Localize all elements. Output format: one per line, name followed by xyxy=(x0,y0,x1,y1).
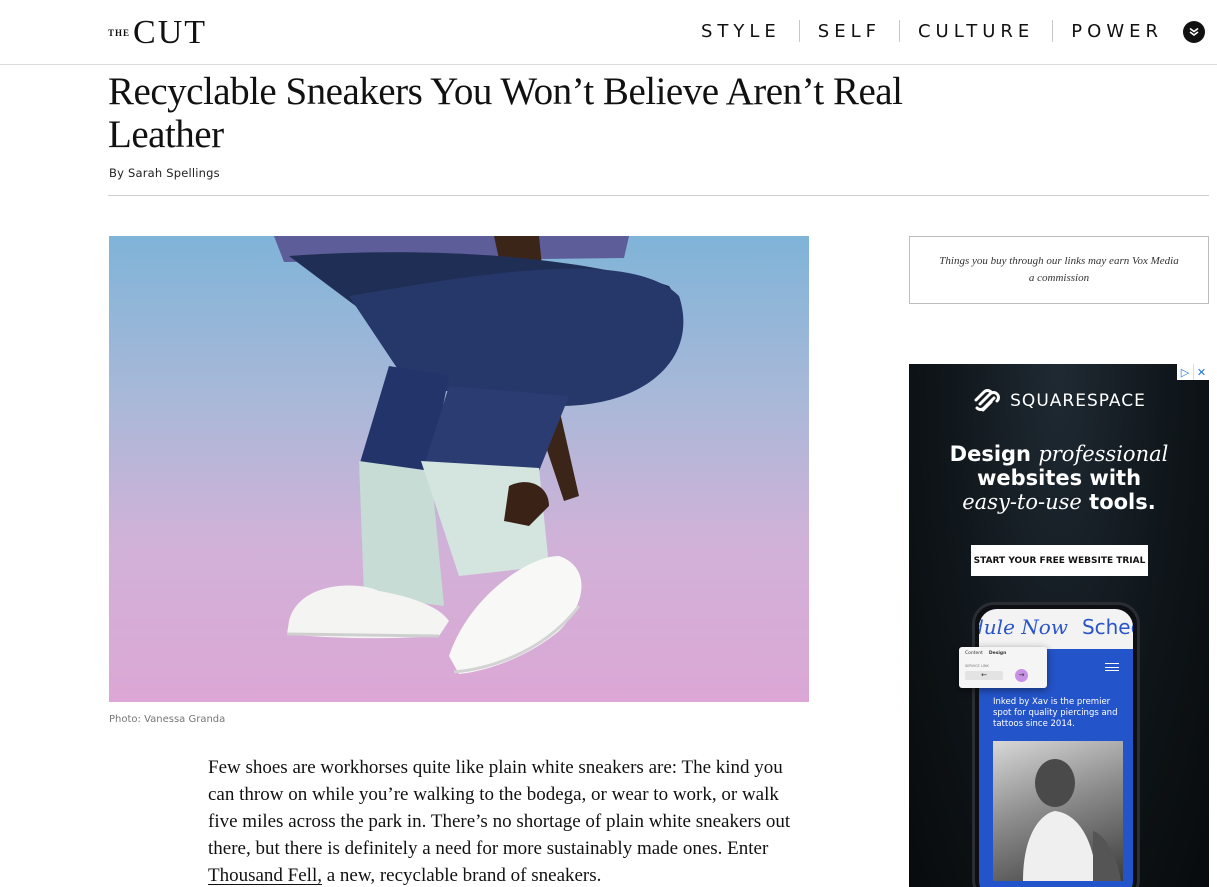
nav-item-style[interactable]: STYLE xyxy=(701,21,781,42)
site-logo[interactable]: THE CUT xyxy=(108,14,208,51)
ad-headline-3: tools. xyxy=(1081,490,1156,514)
headline-divider xyxy=(108,195,1209,196)
ad-headline-1-italic: professional xyxy=(1038,442,1169,466)
main-nav: STYLE SELF CULTURE POWER xyxy=(701,20,1163,42)
affiliate-disclaimer: Things you buy through our links may ear… xyxy=(909,236,1209,304)
thousand-fell-link[interactable]: Thousand Fell, xyxy=(208,865,322,886)
squarespace-ad[interactable]: ▷ ✕ SQUARESPACE Design professional webs… xyxy=(909,364,1209,887)
ad-brand-name: SQUARESPACE xyxy=(1010,391,1146,411)
nav-divider xyxy=(798,20,800,42)
ad-choices: ▷ ✕ xyxy=(1177,364,1209,380)
ad-headline-3-italic: easy-to-use xyxy=(962,490,1082,514)
chevron-down-icon xyxy=(1189,27,1199,36)
phone-marquee: dule Now Schedu xyxy=(979,615,1133,639)
squarespace-logo-icon xyxy=(974,389,1001,412)
hamburger-icon xyxy=(1105,663,1119,671)
ad-headline-2: websites with xyxy=(976,466,1142,490)
article-headline: Recyclable Sneakers You Won’t Believe Ar… xyxy=(108,70,903,156)
nav-divider xyxy=(898,20,900,42)
editor-tab-design: Design xyxy=(988,651,1007,656)
sneaker-photo-illustration xyxy=(274,236,684,674)
logo-the-text: THE xyxy=(108,28,131,38)
close-icon[interactable]: ✕ xyxy=(1193,364,1209,380)
phone-copy: Inked by Xav is the premier spot for qua… xyxy=(993,697,1118,729)
phone-marquee-2: Schedu xyxy=(1081,615,1133,639)
phone-marquee-1: dule Now xyxy=(979,615,1068,639)
phone-header-band: dule Now Schedu xyxy=(979,609,1133,649)
affiliate-disclaimer-text: Things you buy through our links may ear… xyxy=(939,255,1179,284)
logo-cut-text: CUT xyxy=(133,14,208,51)
site-header: THE CUT STYLE SELF CULTURE POWER xyxy=(0,0,1217,65)
hero-image xyxy=(109,236,809,702)
byline-prefix: By xyxy=(109,166,128,180)
nav-divider xyxy=(1052,20,1054,42)
phone-mockup: dule Now Schedu Inked by Xav is the premi… xyxy=(972,602,1140,887)
editor-label: SERVICE LINK xyxy=(965,664,989,668)
editor-popup: Content Design SERVICE LINK ← → xyxy=(959,647,1047,688)
nav-item-culture[interactable]: CULTURE xyxy=(918,21,1034,42)
nav-item-power[interactable]: POWER xyxy=(1071,21,1163,42)
editor-next-arrow-icon: → xyxy=(1015,669,1028,682)
ad-brand: SQUARESPACE xyxy=(909,388,1209,414)
start-trial-button[interactable]: START YOUR FREE WEBSITE TRIAL xyxy=(971,545,1148,576)
body-text-end: a new, recyclable brand of sneakers. xyxy=(322,865,602,886)
adchoices-icon[interactable]: ▷ xyxy=(1177,364,1193,380)
editor-tabs: Content Design xyxy=(965,651,1006,656)
body-text: Few shoes are workhorses quite like plai… xyxy=(208,757,791,859)
editor-back-arrow-icon: ← xyxy=(965,671,1003,680)
byline: By Sarah Spellings xyxy=(109,166,220,180)
photo-caption: Photo: Vanessa Granda xyxy=(109,714,226,725)
ad-headline-1: Design xyxy=(949,442,1039,466)
editor-tab-content: Content xyxy=(965,651,983,656)
menu-button[interactable] xyxy=(1183,21,1205,43)
author-link[interactable]: Sarah Spellings xyxy=(128,166,220,180)
nav-item-self[interactable]: SELF xyxy=(818,21,881,42)
ad-headline: Design professional websites with easy-t… xyxy=(909,442,1209,514)
portrait-illustration xyxy=(1023,759,1121,881)
phone-portrait-photo xyxy=(993,741,1123,881)
article-body-paragraph: Few shoes are workhorses quite like plai… xyxy=(208,754,808,887)
